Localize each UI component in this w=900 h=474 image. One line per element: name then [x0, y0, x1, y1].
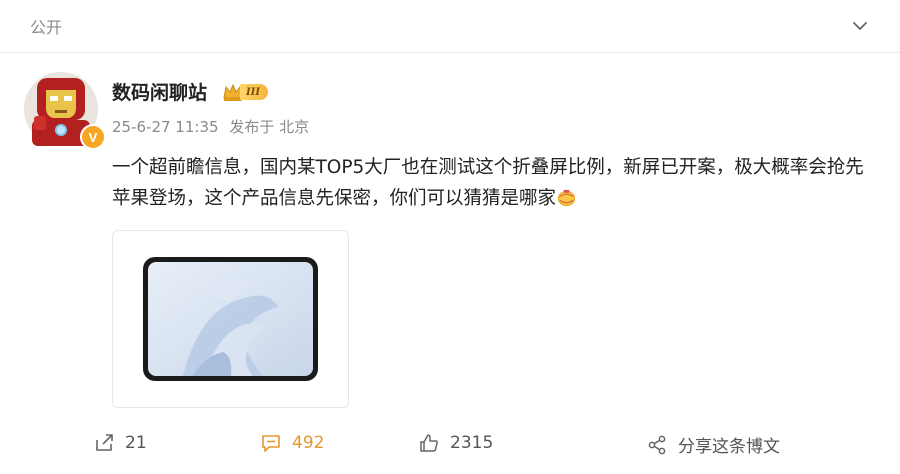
post-header-bar: 公开: [0, 0, 900, 53]
repost-button[interactable]: 21: [93, 432, 147, 454]
thumbs-up-icon: [420, 434, 438, 452]
post-text-body: 一个超前瞻信息，国内某TOP5大厂也在测试这个折叠屏比例，新屏已开案，极大概率会…: [112, 157, 864, 209]
comment-icon: [262, 435, 280, 452]
post-time[interactable]: 25-6-27 11:35: [112, 118, 219, 136]
level-badge[interactable]: III: [222, 82, 269, 102]
comment-button[interactable]: 492: [260, 432, 324, 454]
share-nodes-icon: [648, 435, 666, 454]
repost-count: 21: [125, 433, 147, 453]
post-source: 发布于 北京: [229, 118, 310, 136]
share-label: 分享这条博文: [678, 437, 780, 457]
author-name[interactable]: 数码闲聊站: [112, 78, 207, 105]
chevron-down-icon[interactable]: [850, 16, 870, 36]
action-bar: 21 492 2315 分享这条博文: [0, 424, 900, 468]
post-meta: 25-6-27 11:35 发布于 北京: [112, 116, 315, 137]
share-arrow-icon: [96, 434, 113, 451]
visibility-label[interactable]: 公开: [30, 14, 62, 38]
lantern-emoji-icon: [557, 189, 576, 207]
post-text: 一个超前瞻信息，国内某TOP5大厂也在测试这个折叠屏比例，新屏已开案，极大概率会…: [112, 152, 872, 214]
foldable-tablet-image: [143, 257, 318, 381]
like-button[interactable]: 2315: [418, 432, 493, 454]
share-post-button[interactable]: 分享这条博文: [646, 432, 780, 457]
like-count: 2315: [450, 433, 494, 453]
comment-count: 492: [292, 433, 325, 453]
level-text: III: [240, 84, 269, 100]
verified-badge: V: [80, 124, 106, 150]
post-image[interactable]: [112, 230, 349, 408]
